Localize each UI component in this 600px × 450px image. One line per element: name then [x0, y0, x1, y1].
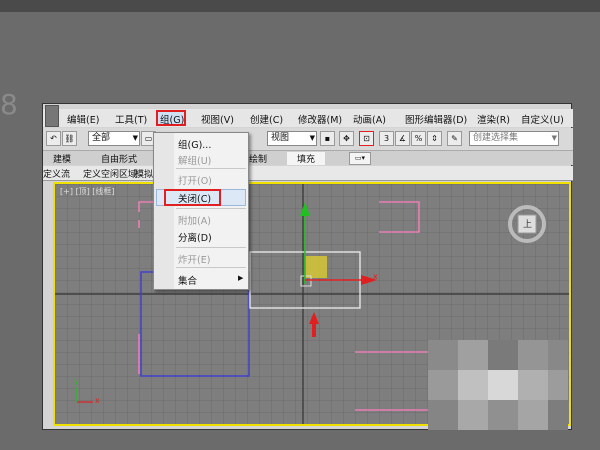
tab-populate[interactable]: 填充: [287, 152, 326, 165]
named-selection-placeholder: 创建选择集: [473, 133, 519, 143]
menu-create[interactable]: 创建(C): [250, 112, 283, 126]
keyboard-shortcut-icon[interactable]: ⊡: [359, 131, 374, 146]
menu-modifiers[interactable]: 修改器(M): [298, 112, 342, 126]
gizmo-x-label: x: [373, 272, 378, 281]
menu-separator: [176, 267, 246, 268]
axis-x-label: x: [95, 396, 100, 405]
snap-label: 3: [383, 134, 390, 143]
spinner-snap-icon[interactable]: ⇕: [427, 131, 442, 146]
axis-y-label: y: [74, 377, 79, 386]
menu-edit[interactable]: 编辑(E): [67, 112, 99, 126]
chevron-down-icon: ▼: [132, 134, 138, 142]
menu-rendering[interactable]: 渲染(R): [477, 112, 510, 126]
menu-bar: 编辑(E) 工具(T) 组(G) 视图(V) 创建(C) 修改器(M) 动画(A…: [43, 105, 573, 127]
menu-tools[interactable]: 工具(T): [115, 112, 147, 126]
menu-separator: [176, 208, 246, 209]
menu-item-explode[interactable]: 炸开(E): [178, 252, 210, 266]
angle-snap-icon[interactable]: ∡: [395, 131, 410, 146]
select-link-icon[interactable]: ⛓: [62, 131, 77, 146]
main-toolbar: ↶ ⛓ 全部 ▼ ▭ 视图 ▼ ▪ ✥ ⊡ 3 ∡ % ⇕ ✎ 创建选择集 ▼: [43, 128, 573, 151]
percent-snap-icon[interactable]: %: [411, 131, 426, 146]
menu-group[interactable]: 组(G): [160, 112, 184, 126]
menu-customize[interactable]: 自定义(U): [521, 112, 564, 126]
viewport-label[interactable]: [+] [顶] [线框]: [60, 186, 115, 197]
chevron-down-icon: ▼: [309, 134, 315, 142]
define-idle-areas-button[interactable]: 定义空闲区域: [83, 167, 137, 180]
ribbon-panel: 定义流 定义空闲区域 模拟: [43, 166, 573, 181]
select-manipulate-icon[interactable]: ✥: [339, 131, 354, 146]
menu-gutter: [154, 133, 174, 289]
background-top-band: [0, 0, 600, 12]
menu-separator: [176, 247, 246, 248]
app-logo-icon[interactable]: [45, 105, 59, 127]
menu-separator: [176, 168, 246, 169]
snap-toggle-icon[interactable]: 3: [379, 131, 394, 146]
background-step-number: 8: [0, 88, 18, 121]
group-menu-dropdown: 组(G)... 解组(U) 打开(O) 关闭(C) 附加(A) 分离(D) 炸开…: [153, 132, 249, 290]
edit-named-selection-icon[interactable]: ✎: [447, 131, 462, 146]
reference-coordinate-dropdown[interactable]: 视图 ▼: [267, 131, 317, 146]
tab-modeling[interactable]: 建模: [53, 152, 71, 165]
tab-freeform[interactable]: 自由形式: [101, 152, 137, 165]
menu-item-detach[interactable]: 分离(D): [178, 230, 212, 244]
undo-icon[interactable]: ↶: [46, 131, 61, 146]
pivot-icon[interactable]: ▪: [320, 131, 335, 146]
selection-filter-value: 全部: [92, 133, 111, 143]
selection-filter-dropdown[interactable]: 全部 ▼: [88, 131, 140, 146]
pixelated-watermark: [428, 340, 568, 430]
menu-animation[interactable]: 动画(A): [353, 112, 386, 126]
chevron-down-icon: ▼: [551, 134, 557, 142]
simulate-button[interactable]: 模拟: [135, 167, 153, 180]
reference-coordinate-value: 视图: [271, 133, 290, 143]
ribbon-tabs: 建模 自由形式 绘制 填充 ▭▾: [43, 151, 573, 165]
ribbon-options-icon[interactable]: ▭▾: [349, 152, 371, 165]
menu-item-group[interactable]: 组(G)...: [178, 137, 211, 151]
tab-paint[interactable]: 绘制: [249, 152, 267, 165]
menu-item-attach[interactable]: 附加(A): [178, 213, 211, 227]
menu-views[interactable]: 视图(V): [201, 112, 234, 126]
named-selection-set-input[interactable]: 创建选择集 ▼: [469, 131, 559, 146]
menu-item-open[interactable]: 打开(O): [178, 173, 212, 187]
menu-item-assembly[interactable]: 集合: [178, 273, 197, 287]
menu-item-ungroup[interactable]: 解组(U): [178, 153, 211, 167]
define-flows-button[interactable]: 定义流: [43, 167, 70, 180]
chevron-right-icon: ▶: [238, 274, 244, 282]
menu-item-close[interactable]: 关闭(C): [178, 191, 211, 205]
menu-graph-editors[interactable]: 图形编辑器(D): [405, 112, 467, 126]
viewcube-icon[interactable]: 上: [523, 217, 532, 230]
